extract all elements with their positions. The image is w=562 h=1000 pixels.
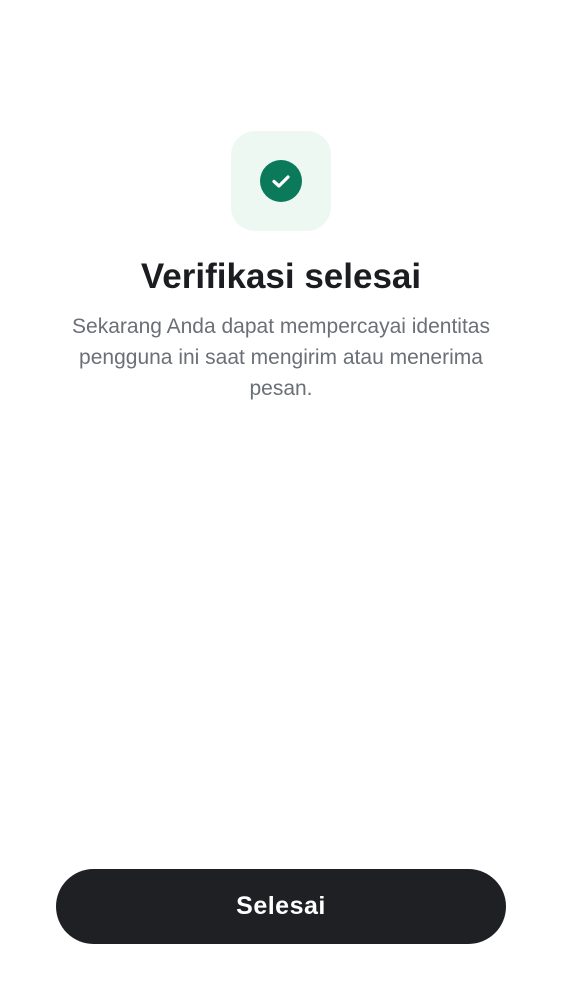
verification-description: Sekarang Anda dapat mempercayai identita… [72,315,490,400]
check-circle-icon [260,160,302,202]
verified-badge [231,131,331,231]
done-button[interactable]: Selesai [56,869,506,944]
page-title: Verifikasi selesai [140,257,422,296]
checkmark-icon [272,175,290,188]
